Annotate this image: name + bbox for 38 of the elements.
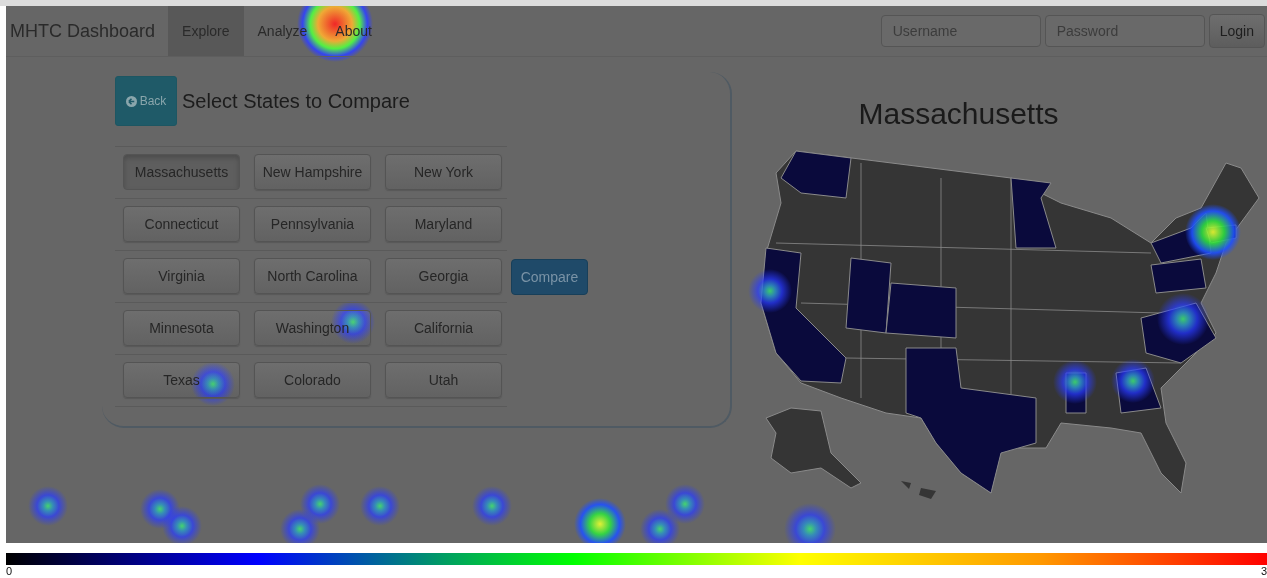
heatmap-spot xyxy=(1157,293,1209,345)
heatmap-spot xyxy=(665,484,705,524)
heatmap-spot xyxy=(162,506,202,543)
heatmap-spot xyxy=(784,503,836,543)
heatmap-spot xyxy=(640,509,680,543)
heatmap-spot xyxy=(360,486,400,526)
heatmap-spot xyxy=(748,269,792,313)
state-button[interactable]: Maryland xyxy=(385,206,502,242)
state-button[interactable]: Pennsylvania xyxy=(254,206,371,242)
map-title: Massachusetts xyxy=(858,97,1059,131)
state-button[interactable]: New Hampshire xyxy=(254,154,371,190)
state-button[interactable]: Massachusetts xyxy=(123,154,240,190)
state-button[interactable]: Georgia xyxy=(385,258,502,294)
back-button[interactable]: Back xyxy=(115,76,177,126)
heatmap-spot xyxy=(300,484,340,524)
section-title: Select States to Compare xyxy=(182,89,410,113)
state-button[interactable]: Colorado xyxy=(254,362,371,398)
state-button[interactable]: Utah xyxy=(385,362,502,398)
heatmap-spot xyxy=(1111,359,1155,403)
compare-button[interactable]: Compare xyxy=(511,258,588,295)
scale-min-label: 0 xyxy=(6,565,13,577)
heatmap-spot xyxy=(280,509,320,543)
state-button[interactable]: North Carolina xyxy=(254,258,371,294)
back-arrow-icon xyxy=(125,95,137,107)
state-button[interactable]: Connecticut xyxy=(123,206,240,242)
login-button[interactable]: Login xyxy=(1208,14,1265,48)
brand-title[interactable]: MHTC Dashboard xyxy=(6,6,169,56)
state-button[interactable]: Virginia xyxy=(123,258,240,294)
heatmap-spot xyxy=(1185,204,1241,260)
scale-max-label: 3 xyxy=(1260,565,1267,577)
heatmap-spot xyxy=(574,498,626,543)
state-button[interactable]: Minnesota xyxy=(123,310,240,346)
heatmap-spot xyxy=(472,486,512,526)
state-button[interactable]: California xyxy=(385,310,502,346)
heatmap-spot xyxy=(140,489,180,529)
heatmap-spot xyxy=(28,486,68,526)
heatmap-spot xyxy=(1053,360,1097,404)
state-button[interactable]: New York xyxy=(385,154,502,190)
